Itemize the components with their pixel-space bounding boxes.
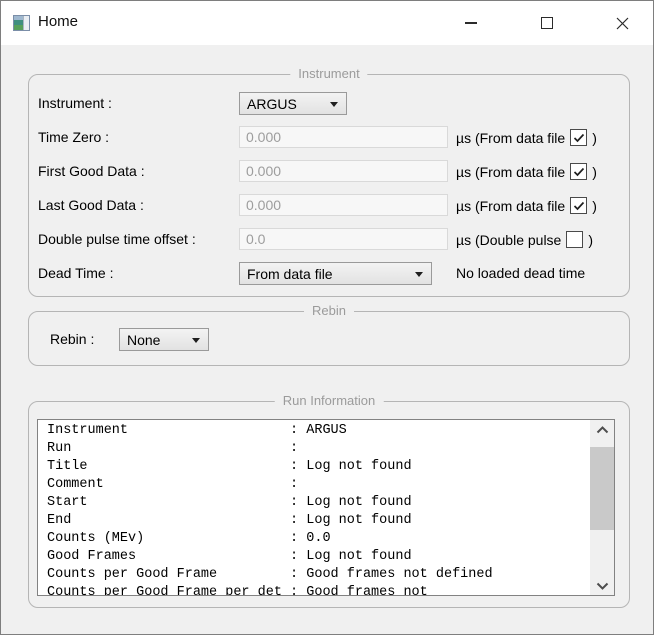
close-icon bbox=[616, 17, 629, 30]
scroll-down-button[interactable] bbox=[590, 576, 614, 595]
run-information-group: Run Information Instrument : ARGUS Run :… bbox=[28, 401, 630, 608]
last-good-data-input[interactable] bbox=[239, 194, 448, 216]
scroll-up-button[interactable] bbox=[590, 420, 614, 439]
minimize-button[interactable] bbox=[455, 8, 487, 38]
close-button[interactable] bbox=[606, 8, 638, 38]
rebin-group: Rebin Rebin : None bbox=[28, 311, 630, 366]
dead-time-select-value: From data file bbox=[247, 266, 333, 282]
instrument-group: Instrument Instrument : ARGUS Time Zero … bbox=[28, 74, 630, 297]
last-good-data-suffix-text: µs (From data file bbox=[456, 198, 565, 214]
double-pulse-suffix-close: ) bbox=[588, 232, 593, 248]
check-icon bbox=[573, 201, 585, 211]
double-pulse-label: Double pulse time offset : bbox=[38, 228, 196, 251]
first-good-data-input[interactable] bbox=[239, 160, 448, 182]
last-good-data-label: Last Good Data : bbox=[38, 194, 144, 217]
app-icon bbox=[13, 15, 30, 31]
double-pulse-checkbox[interactable] bbox=[566, 231, 583, 248]
time-zero-suffix-close: ) bbox=[592, 130, 597, 146]
maximize-button[interactable] bbox=[531, 8, 563, 38]
rebin-select-value: None bbox=[127, 332, 160, 348]
caret-down-icon bbox=[192, 338, 200, 343]
caret-down-icon bbox=[415, 272, 423, 277]
time-zero-label: Time Zero : bbox=[38, 126, 109, 149]
double-pulse-suffix-text: µs (Double pulse bbox=[456, 232, 561, 248]
instrument-select-value: ARGUS bbox=[247, 96, 297, 112]
time-zero-input[interactable] bbox=[239, 126, 448, 148]
run-information-text: Instrument : ARGUS Run : Title : Log not… bbox=[38, 420, 614, 596]
window-title: Home bbox=[38, 13, 78, 30]
first-good-data-from-file-checkbox[interactable] bbox=[570, 163, 587, 180]
home-window: Home Instrument Instrument : ARGUS Time … bbox=[0, 0, 654, 635]
check-icon bbox=[573, 167, 585, 177]
titlebar: Home bbox=[1, 1, 653, 45]
check-icon bbox=[573, 133, 585, 143]
first-good-data-suffix: µs (From data file ) bbox=[456, 160, 597, 183]
scrollbar-thumb[interactable] bbox=[590, 447, 614, 530]
rebin-group-title: Rebin bbox=[304, 303, 354, 318]
dead-time-status: No loaded dead time bbox=[456, 262, 585, 285]
maximize-icon bbox=[541, 17, 553, 29]
dead-time-label: Dead Time : bbox=[38, 262, 113, 285]
double-pulse-suffix: µs (Double pulse ) bbox=[456, 228, 593, 251]
time-zero-suffix: µs (From data file ) bbox=[456, 126, 597, 149]
chevron-up-icon bbox=[596, 426, 609, 434]
run-information-group-title: Run Information bbox=[275, 393, 384, 408]
last-good-data-from-file-checkbox[interactable] bbox=[570, 197, 587, 214]
rebin-label: Rebin : bbox=[50, 328, 94, 351]
run-information-textbox[interactable]: Instrument : ARGUS Run : Title : Log not… bbox=[37, 419, 615, 596]
run-information-scrollbar[interactable] bbox=[590, 420, 614, 595]
last-good-data-suffix-close: ) bbox=[592, 198, 597, 214]
double-pulse-offset-input[interactable] bbox=[239, 228, 448, 250]
dead-time-select[interactable]: From data file bbox=[239, 262, 432, 285]
time-zero-from-file-checkbox[interactable] bbox=[570, 129, 587, 146]
chevron-down-icon bbox=[596, 582, 609, 590]
first-good-data-suffix-close: ) bbox=[592, 164, 597, 180]
minimize-icon bbox=[465, 22, 477, 24]
instrument-label: Instrument : bbox=[38, 92, 112, 115]
instrument-group-title: Instrument bbox=[290, 66, 367, 81]
first-good-data-label: First Good Data : bbox=[38, 160, 145, 183]
first-good-data-suffix-text: µs (From data file bbox=[456, 164, 565, 180]
time-zero-suffix-text: µs (From data file bbox=[456, 130, 565, 146]
caret-down-icon bbox=[330, 102, 338, 107]
instrument-select[interactable]: ARGUS bbox=[239, 92, 347, 115]
last-good-data-suffix: µs (From data file ) bbox=[456, 194, 597, 217]
rebin-select[interactable]: None bbox=[119, 328, 209, 351]
